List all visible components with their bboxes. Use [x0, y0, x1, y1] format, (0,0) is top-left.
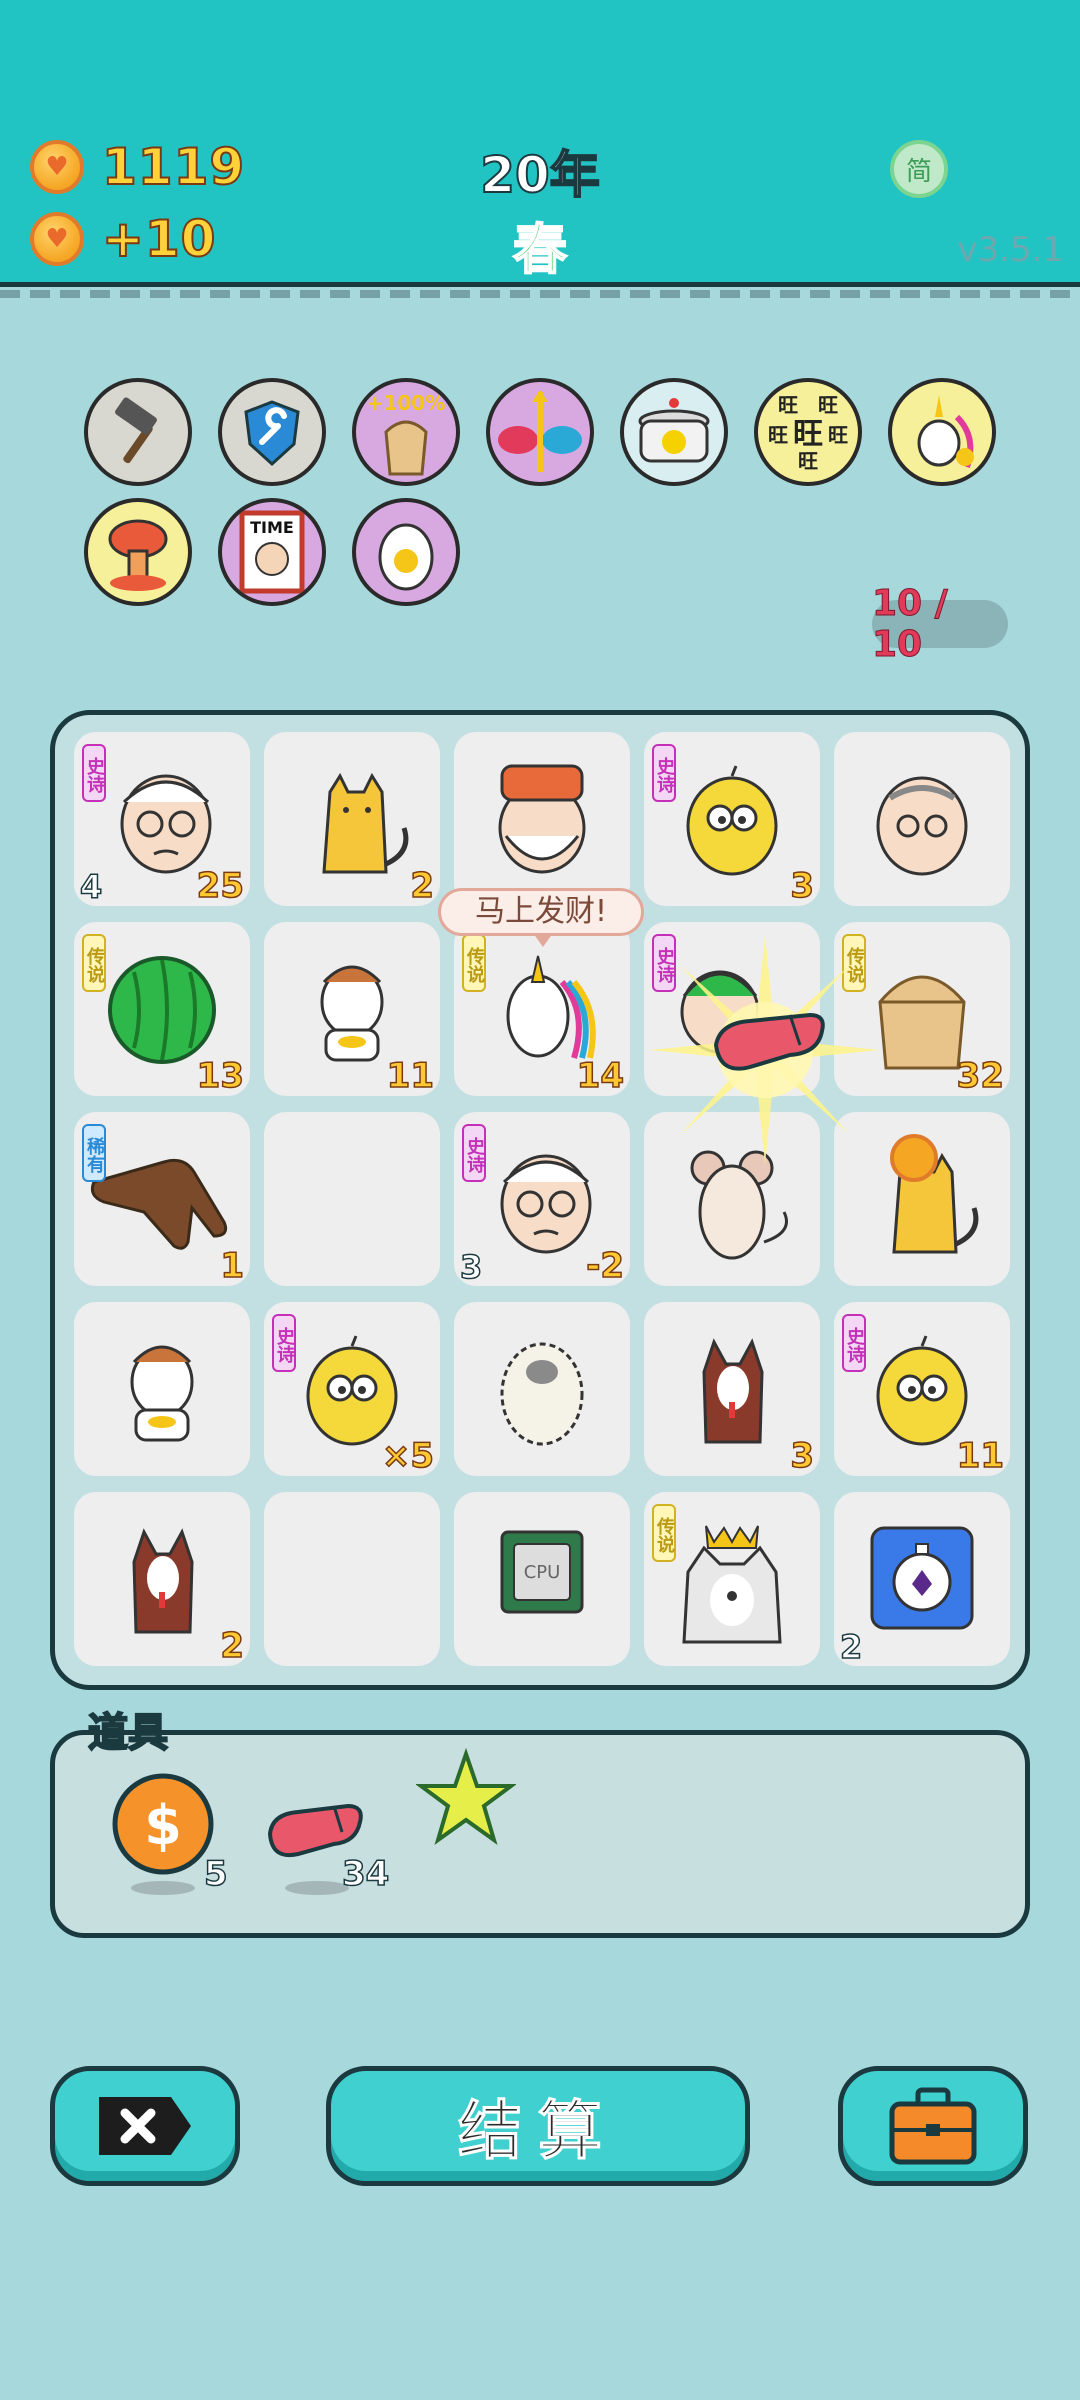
rarity-tag: 传说 [462, 934, 486, 992]
items-label: 道具 [87, 1709, 169, 1757]
coin-icon: $ [112, 1773, 214, 1895]
svg-text:CPU: CPU [524, 1562, 561, 1583]
season-label: 春 [512, 217, 568, 282]
mouse-icon [690, 1150, 788, 1260]
speech-bubble: 马上发财! [438, 888, 644, 947]
board-cell-bubble-tea[interactable]: 传说 32 [834, 922, 1010, 1097]
liver-item[interactable]: 34 [262, 1770, 392, 1910]
board-cell-sheep[interactable] [454, 1302, 630, 1476]
time-magazine-icon[interactable]: TIME [218, 498, 326, 606]
old-man-icon [876, 776, 968, 876]
cell-value: ×5 [381, 1435, 435, 1477]
cell-counter: 2 [839, 1627, 863, 1667]
board-cell-empty[interactable] [264, 1492, 440, 1666]
unicorn-icon[interactable] [888, 378, 996, 486]
cpu-icon: CPU [500, 1530, 584, 1614]
rice-cooker-icon[interactable] [620, 378, 728, 486]
board-cell-unicorn[interactable]: 传说 14 [454, 922, 630, 1097]
wang-glyph: 旺 [798, 449, 818, 473]
rarity-tag: 传说 [842, 934, 866, 992]
star-item[interactable] [414, 1747, 546, 1888]
settle-button-label: 结算 [458, 2095, 618, 2170]
rarity-tag: 史诗 [272, 1314, 296, 1372]
board-cell-king-husky[interactable]: 传说 [644, 1492, 820, 1666]
wang-glyph: 旺 [793, 417, 823, 452]
cow-icon [130, 1345, 194, 1442]
board-cell-green-hair-man[interactable]: 史诗 [644, 922, 820, 1096]
rarity-tag: 稀有 [82, 1124, 106, 1182]
relic-counter: 10 / 10 [872, 583, 1008, 666]
rarity-tag: 史诗 [652, 934, 676, 992]
rarity-tag: 传说 [652, 1504, 676, 1562]
wang-text-icon[interactable]: 旺旺旺旺旺旺 [754, 378, 862, 486]
board-cell-pointing-hand[interactable]: 稀有 1 [74, 1112, 250, 1287]
board-cell-stopwatch[interactable]: 2 [834, 1492, 1010, 1667]
board-cell-cat-coin[interactable] [834, 1112, 1010, 1286]
hammer-icon[interactable] [84, 378, 192, 486]
exit-button[interactable] [50, 2066, 240, 2186]
cell-value: 13 [196, 1055, 245, 1097]
rarity-tag: 传说 [82, 934, 106, 992]
cell-value: 11 [386, 1055, 435, 1097]
rarity-tag: 史诗 [462, 1124, 486, 1182]
sheep-icon [500, 1342, 584, 1446]
rarity-tag: 史诗 [842, 1314, 866, 1372]
noodle-bowls-icon[interactable] [486, 378, 594, 486]
wang-glyph: 旺 [768, 423, 788, 447]
egg-icon[interactable] [352, 498, 460, 606]
board-cell-chick[interactable]: 史诗 11 [834, 1302, 1010, 1477]
liver-item-count: 34 [341, 1853, 390, 1895]
board-cell-cow[interactable] [74, 1302, 250, 1476]
cat-coin-icon [890, 1134, 979, 1254]
mushroom-cloud-icon[interactable] [84, 498, 192, 606]
coin-item[interactable]: $ 5 [108, 1770, 238, 1910]
rarity-tag: 史诗 [652, 744, 676, 802]
board-cell-santa[interactable] [454, 732, 630, 906]
briefcase-icon [889, 2087, 977, 2165]
top-bar: ♥ 1119 ♥ +10 20年 春 简 v3.5.1 [0, 0, 1080, 298]
cell-counter: 4 [79, 867, 103, 907]
coin-item-count: 5 [203, 1853, 228, 1895]
board-cell-dog[interactable]: 3 [644, 1302, 820, 1477]
language-toggle-button[interactable]: 简 [890, 140, 948, 198]
cell-value: 32 [956, 1055, 1005, 1097]
board-cell-grandpa[interactable]: 史诗 -2 3 [454, 1112, 630, 1287]
star-icon [414, 1747, 518, 1845]
board-cell-mouse[interactable] [644, 1112, 820, 1286]
cell-value: 14 [576, 1055, 625, 1097]
board-cell-empty[interactable] [264, 1112, 440, 1286]
cell-value: 25 [196, 865, 245, 907]
rarity-tag: 史诗 [82, 744, 106, 802]
version-label: v3.5.1 [957, 230, 1064, 270]
board-cell-cpu[interactable]: CPU [454, 1492, 630, 1666]
cell-value: 3 [790, 865, 815, 907]
board-cell-chick[interactable]: 史诗 ×5 [264, 1302, 440, 1477]
santa-icon [498, 764, 586, 874]
wang-glyph: 旺 [778, 393, 798, 417]
svg-text:$: $ [144, 1794, 182, 1857]
board-cell-cow[interactable]: 11 [264, 922, 440, 1097]
cell-value: 11 [956, 1435, 1005, 1477]
wang-glyph: 旺 [818, 393, 838, 417]
close-tag-icon [99, 2097, 191, 2155]
bubble-tea-icon[interactable]: +100% [352, 378, 460, 486]
cell-value: 2 [220, 1625, 245, 1667]
wrench-shield-icon[interactable] [218, 378, 326, 486]
board-cell-cat[interactable]: 2 [264, 732, 440, 907]
board-cell-grandpa[interactable]: 史诗 25 4 [74, 732, 250, 907]
time-magazine-label: TIME [250, 518, 294, 537]
cell-value: 3 [790, 1435, 815, 1477]
cell-value: -2 [585, 1245, 624, 1287]
cell-value: 1 [220, 1245, 245, 1287]
wang-glyph: 旺 [828, 423, 848, 447]
board-cell-dog[interactable]: 2 [74, 1492, 250, 1667]
board-cell-chick[interactable]: 史诗 3 [644, 732, 820, 907]
backpack-button[interactable] [838, 2066, 1028, 2186]
cell-value: 2 [410, 865, 435, 907]
board-cell-watermelon[interactable]: 传说 13 [74, 922, 250, 1097]
board-cell-old-man[interactable] [834, 732, 1010, 906]
cell-counter: 3 [459, 1247, 483, 1287]
bubble-tea-label: +100% [367, 391, 446, 415]
settle-button[interactable]: 结算 [326, 2066, 750, 2186]
